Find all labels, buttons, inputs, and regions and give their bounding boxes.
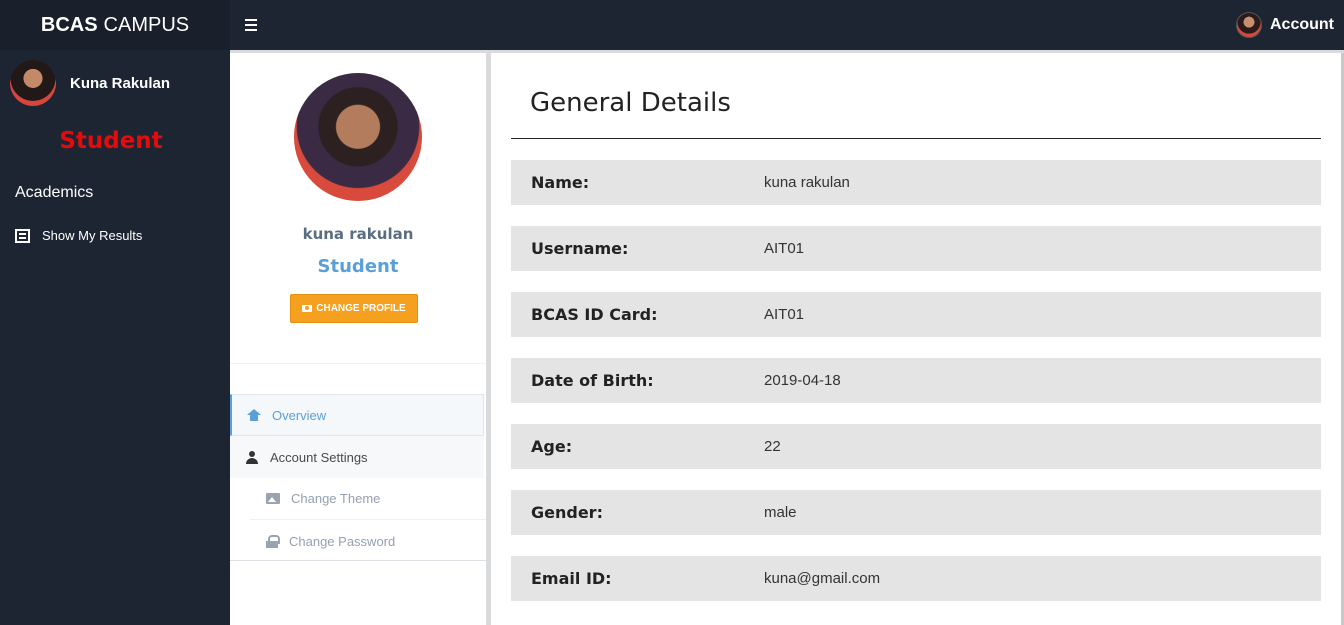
sidebar-item-label: Show My Results	[42, 228, 143, 243]
profile-role: Student	[317, 256, 399, 277]
sidebar-avatar	[10, 60, 56, 106]
detail-value: kuna rakulan	[764, 174, 850, 191]
top-navbar: BCAS CAMPUS Account	[0, 0, 1344, 50]
nav-item-account-settings[interactable]: Account Settings	[230, 436, 484, 478]
detail-row-gender: Gender: male	[511, 490, 1321, 535]
home-icon	[247, 409, 261, 421]
account-avatar	[1236, 12, 1262, 38]
nav-item-label: Change Password	[289, 533, 396, 549]
profile-card: kuna rakulan Student CHANGE PROFILE Over…	[230, 53, 486, 625]
camera-icon	[302, 305, 313, 312]
change-profile-label: CHANGE PROFILE	[316, 303, 406, 314]
detail-value: 2019-04-18	[764, 372, 841, 389]
detail-value: kuna@gmail.com	[764, 570, 881, 587]
image-icon	[266, 493, 280, 504]
nav-item-change-password[interactable]: Change Password	[250, 520, 486, 562]
nav-item-label: Account Settings	[270, 449, 368, 465]
sidebar-role: Student	[59, 128, 163, 154]
detail-label: Date of Birth:	[531, 371, 654, 390]
account-label: Account	[1270, 16, 1334, 33]
detail-value: AIT01	[764, 306, 805, 323]
nav-item-change-theme[interactable]: Change Theme	[250, 478, 486, 520]
profile-divider	[230, 363, 486, 364]
detail-label: BCAS ID Card:	[531, 305, 658, 324]
detail-value: 22	[764, 438, 781, 455]
nav-bottom-divider	[230, 560, 486, 561]
sidebar: Kuna Rakulan Student Academics Show My R…	[0, 50, 230, 625]
detail-row-email: Email ID: kuna@gmail.com	[511, 556, 1321, 601]
sidebar-section-academics[interactable]: Academics	[15, 184, 93, 202]
hamburger-menu-icon[interactable]	[240, 14, 262, 36]
general-details-panel: General Details Name: kuna rakulan Usern…	[491, 53, 1341, 625]
detail-row-dob: Date of Birth: 2019-04-18	[511, 358, 1321, 403]
sidebar-user-panel: Kuna Rakulan	[10, 60, 170, 106]
detail-value: AIT01	[764, 240, 805, 257]
page-title: General Details	[530, 88, 731, 118]
detail-label: Name:	[531, 173, 590, 192]
detail-row-name: Name: kuna rakulan	[511, 160, 1321, 205]
detail-row-id-card: BCAS ID Card: AIT01	[511, 292, 1321, 337]
nav-item-label: Change Theme	[291, 491, 381, 506]
sidebar-user-name: Kuna Rakulan	[70, 74, 171, 92]
brand-bold: BCAS	[40, 13, 98, 36]
title-divider	[511, 138, 1321, 139]
brand-logo[interactable]: BCAS CAMPUS	[0, 0, 230, 50]
sidebar-item-show-my-results[interactable]: Show My Results	[15, 228, 142, 243]
profile-avatar	[294, 73, 422, 201]
details-list: Name: kuna rakulan Username: AIT01 BCAS …	[511, 160, 1321, 622]
nav-item-overview[interactable]: Overview	[230, 394, 484, 436]
nav-item-label: Overview	[272, 407, 327, 423]
detail-label: Username:	[531, 239, 629, 258]
detail-label: Age:	[531, 437, 573, 456]
brand-rest: CAMPUS	[103, 13, 190, 36]
user-icon	[245, 450, 259, 464]
account-menu[interactable]: Account	[1236, 12, 1334, 38]
lock-icon	[266, 534, 280, 548]
detail-label: Gender:	[531, 503, 603, 522]
detail-label: Email ID:	[531, 569, 612, 588]
detail-row-age: Age: 22	[511, 424, 1321, 469]
detail-value: male	[764, 504, 797, 521]
change-profile-button[interactable]: CHANGE PROFILE	[290, 294, 418, 323]
list-icon	[15, 228, 30, 243]
detail-row-username: Username: AIT01	[511, 226, 1321, 271]
profile-nav: Overview Account Settings Change Theme C…	[230, 394, 486, 562]
profile-name: kuna rakulan	[302, 225, 414, 243]
